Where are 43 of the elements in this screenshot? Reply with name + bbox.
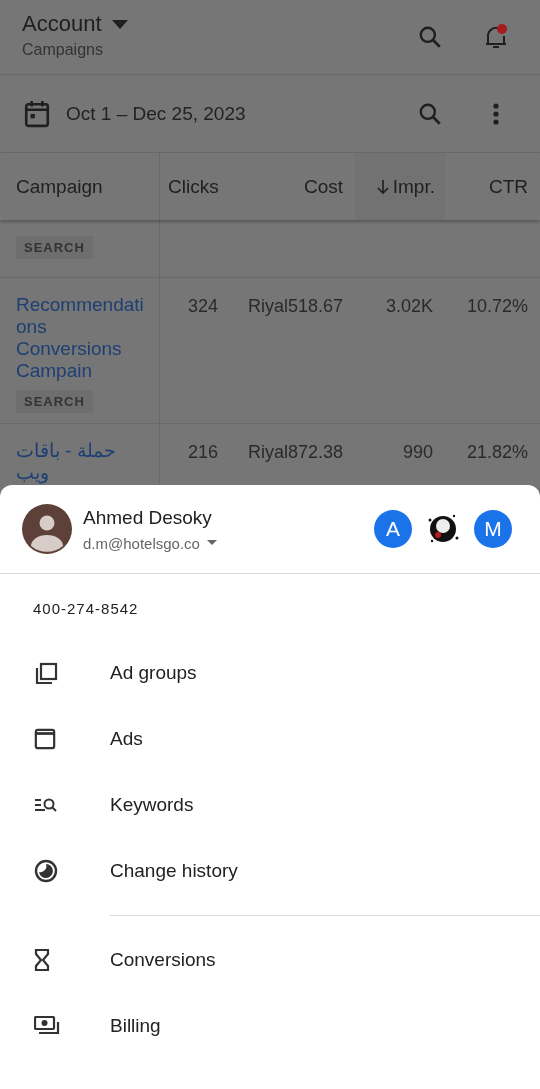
account-switcher[interactable]: d.m@hotelsgo.co — [83, 534, 217, 552]
menu-item[interactable]: Ad groups — [0, 640, 540, 706]
campaign-link[interactable]: حملة - باقات ويب — [16, 440, 154, 484]
window-icon — [34, 728, 56, 750]
avatar-icon — [22, 504, 72, 554]
table-cell: 990 — [402, 442, 433, 462]
campaign-link[interactable]: Recommendations Conversions Campain — [16, 294, 154, 382]
table-cell: 324 — [187, 296, 218, 316]
column-header[interactable]: CTR — [445, 153, 540, 220]
table-cell: Riyal518.67 — [247, 296, 343, 316]
search-icon — [417, 24, 443, 50]
profile-letter-circle[interactable]: M — [474, 510, 512, 548]
page-subtitle: Campaigns — [22, 41, 104, 59]
profile-letter-circle[interactable]: A — [374, 510, 412, 548]
campaign-type-tag: SEARCH — [16, 390, 93, 413]
stacked-squares-icon — [34, 661, 58, 685]
column-header[interactable]: Campaign — [0, 153, 160, 220]
caret-icon — [109, 18, 130, 30]
hourglass-icon — [34, 948, 50, 972]
calendar-icon — [24, 99, 50, 128]
sort-arrow-icon — [376, 178, 389, 195]
column-header[interactable]: Clicks — [160, 153, 230, 220]
caret-icon — [206, 540, 217, 546]
date-range-button[interactable]: Oct 1 – Dec 25, 2023 — [66, 102, 386, 125]
menu-item[interactable]: Ads — [0, 706, 540, 772]
menu-item[interactable]: Conversions — [0, 927, 540, 993]
table-cell: 10.72% — [466, 296, 528, 316]
money-icon — [34, 1016, 60, 1036]
table-cell: 216 — [187, 442, 218, 462]
table-cell: Riyal872.38 — [247, 442, 343, 462]
table-cell: 3.02K — [385, 296, 433, 316]
menu-item[interactable]: Billing — [0, 993, 540, 1059]
user-name: Ahmed Desoky — [83, 506, 213, 529]
campaign-type-tag: SEARCH — [16, 236, 93, 259]
column-header[interactable]: Cost — [230, 153, 355, 220]
menu-item[interactable]: Change history — [0, 838, 540, 904]
account-dropdown[interactable]: Account — [22, 11, 130, 37]
table-cell: 21.82% — [466, 442, 528, 462]
column-header[interactable]: Impr. — [355, 153, 445, 220]
menu-item[interactable]: Keywords — [0, 772, 540, 838]
history-icon — [34, 859, 58, 883]
customer-id: 400-274-8542 — [32, 599, 140, 619]
more-icon — [493, 102, 499, 125]
